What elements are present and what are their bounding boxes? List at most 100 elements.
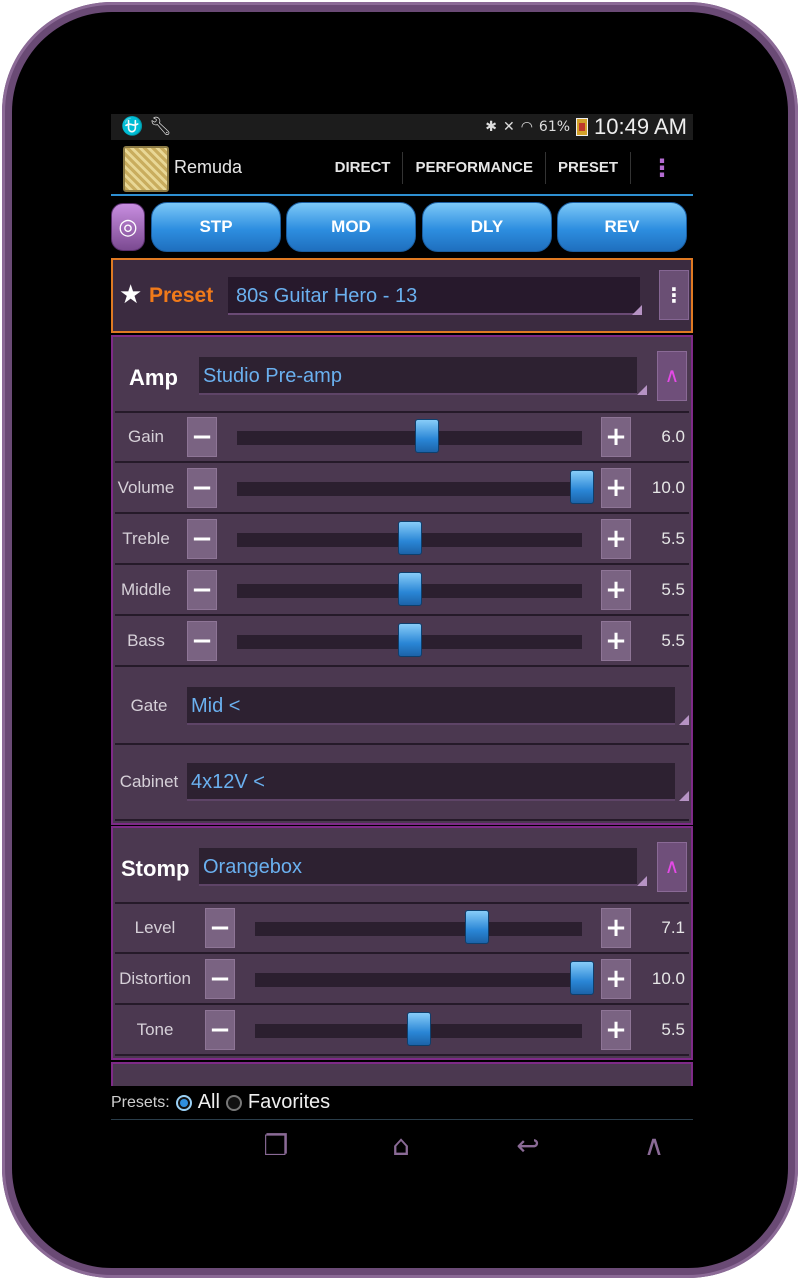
slider-row: Distortion − + 10.0 [115, 955, 689, 1005]
slider-thumb[interactable] [570, 470, 594, 504]
slider-row: Volume − + 10.0 [115, 464, 689, 514]
amp-module: Amp Studio Pre-amp ∧ Gain − + 6.0 Volume… [111, 335, 693, 825]
system-nav-bar: ❐ ⌂ ↩ ∧ [111, 1122, 693, 1169]
slider-thumb[interactable] [397, 572, 422, 606]
decrease-button[interactable]: − [187, 621, 217, 661]
slider-row: Tone − + 5.5 [115, 1006, 689, 1056]
cabinet-label: Cabinet [119, 772, 179, 791]
slider-row: Middle − + 5.5 [115, 566, 689, 616]
cabinet-row: Cabinet 4x12V < [115, 745, 689, 821]
amp-title: Amp [129, 365, 178, 390]
tab-dly[interactable]: DLY [422, 202, 552, 252]
status-left-icons: ⛎ 🔧︎ [121, 116, 172, 137]
gate-label: Gate [130, 696, 168, 715]
tab-stp[interactable]: STP [151, 202, 281, 252]
slider-thumb[interactable] [406, 1012, 431, 1046]
slider-thumb[interactable] [397, 623, 422, 657]
slider-track[interactable] [255, 961, 594, 995]
preset-menu-icon[interactable]: ⋮ [659, 270, 689, 320]
app-logo-icon[interactable] [123, 146, 169, 192]
mute-icon: ✕ [502, 119, 515, 135]
increase-button[interactable]: + [601, 417, 631, 457]
slider-thumb[interactable] [397, 521, 422, 555]
decrease-button[interactable]: − [187, 468, 217, 508]
stomp-module: Stomp Orangebox ∧ Level − + 7.1 Distorti… [111, 826, 693, 1060]
slider-thumb[interactable] [570, 961, 594, 995]
tab-rev[interactable]: REV [557, 202, 687, 252]
slider-track[interactable] [237, 572, 582, 606]
slider-label: Tone [136, 1020, 174, 1039]
presets-filter-label: Presets: [111, 1093, 170, 1111]
action-bar-items: DIRECT PERFORMANCE PRESET ⋮ [323, 140, 693, 196]
gate-selector[interactable]: Mid < [187, 687, 689, 725]
home-icon[interactable]: ⌂ [371, 1126, 431, 1166]
slider-thumb[interactable] [465, 910, 490, 944]
slider-thumb[interactable] [414, 419, 439, 453]
decrease-button[interactable]: − [187, 570, 217, 610]
gate-row: Gate Mid < [115, 669, 689, 745]
star-icon[interactable]: ★ [119, 280, 142, 310]
slider-value: 10.0 [651, 478, 685, 497]
radio-all[interactable] [175, 1094, 192, 1111]
clock: 10:49 AM [594, 114, 687, 139]
slider-track[interactable] [255, 1012, 582, 1046]
slider-label: Bass [127, 631, 165, 650]
decrease-button[interactable]: − [205, 1010, 235, 1050]
slider-track[interactable] [237, 521, 582, 555]
target-icon[interactable]: ◎ [111, 203, 145, 251]
slider-label: Middle [120, 580, 172, 599]
action-performance[interactable]: PERFORMANCE [403, 152, 546, 184]
overflow-menu-icon[interactable]: ⋮ [631, 154, 693, 182]
slider-label: Distortion [119, 969, 191, 988]
slider-track[interactable] [255, 910, 582, 944]
back-icon[interactable]: ↩ [498, 1126, 558, 1166]
app-title: Remuda [174, 157, 243, 177]
dropdown-corner-icon [679, 791, 689, 801]
preset-bar: ★ Preset 80s Guitar Hero - 13 ⋮ [111, 258, 693, 333]
collapse-stomp-icon[interactable]: ∧ [657, 842, 687, 892]
increase-button[interactable]: + [601, 1010, 631, 1050]
recent-apps-icon[interactable]: ❐ [246, 1126, 306, 1166]
amp-model-selector[interactable]: Studio Pre-amp [199, 357, 647, 395]
screen: ⛎ 🔧︎ ✱ ✕ ◠ 61% 10:49 AM Remuda DIRECT PE… [111, 114, 693, 1169]
radio-favorites-label[interactable]: Favorites [248, 1091, 330, 1114]
dropdown-corner-icon [637, 876, 647, 886]
radio-favorites[interactable] [225, 1094, 242, 1111]
slider-label: Gain [128, 427, 164, 446]
radio-all-label[interactable]: All [198, 1091, 220, 1114]
preset-selector[interactable]: 80s Guitar Hero - 13 [228, 277, 642, 315]
action-preset[interactable]: PRESET [546, 152, 631, 184]
chevron-up-icon[interactable]: ∧ [624, 1126, 684, 1166]
decrease-button[interactable]: − [205, 908, 235, 948]
increase-button[interactable]: + [601, 621, 631, 661]
increase-button[interactable]: + [601, 570, 631, 610]
slider-value: 5.5 [661, 580, 685, 599]
collapse-amp-icon[interactable]: ∧ [657, 351, 687, 401]
cabinet-selector[interactable]: 4x12V < [187, 763, 689, 801]
increase-button[interactable]: + [601, 908, 631, 948]
increase-button[interactable]: + [601, 519, 631, 559]
tab-mod[interactable]: MOD [286, 202, 416, 252]
slider-track[interactable] [237, 470, 594, 504]
usb-icon: ⛎ [121, 116, 144, 137]
bluetooth-icon: ✱ [485, 119, 497, 135]
stomp-model-selector[interactable]: Orangebox [199, 848, 647, 886]
decrease-button[interactable]: − [205, 959, 235, 999]
increase-button[interactable]: + [601, 468, 631, 508]
increase-button[interactable]: + [601, 959, 631, 999]
decrease-button[interactable]: − [187, 417, 217, 457]
preset-filter-bar: Presets: All Favorites [111, 1086, 693, 1120]
slider-value: 5.5 [661, 529, 685, 548]
slider-track[interactable] [237, 419, 582, 453]
slider-value: 10.0 [651, 969, 685, 988]
slider-value: 7.1 [661, 918, 685, 937]
slider-row: Treble − + 5.5 [115, 515, 689, 565]
dropdown-corner-icon [637, 385, 647, 395]
cabinet-value: 4x12V < [191, 771, 265, 793]
dropdown-corner-icon [679, 715, 689, 725]
action-direct[interactable]: DIRECT [323, 152, 404, 184]
slider-value: 5.5 [661, 631, 685, 650]
slider-label: Volume [117, 478, 175, 497]
decrease-button[interactable]: − [187, 519, 217, 559]
slider-track[interactable] [237, 623, 582, 657]
